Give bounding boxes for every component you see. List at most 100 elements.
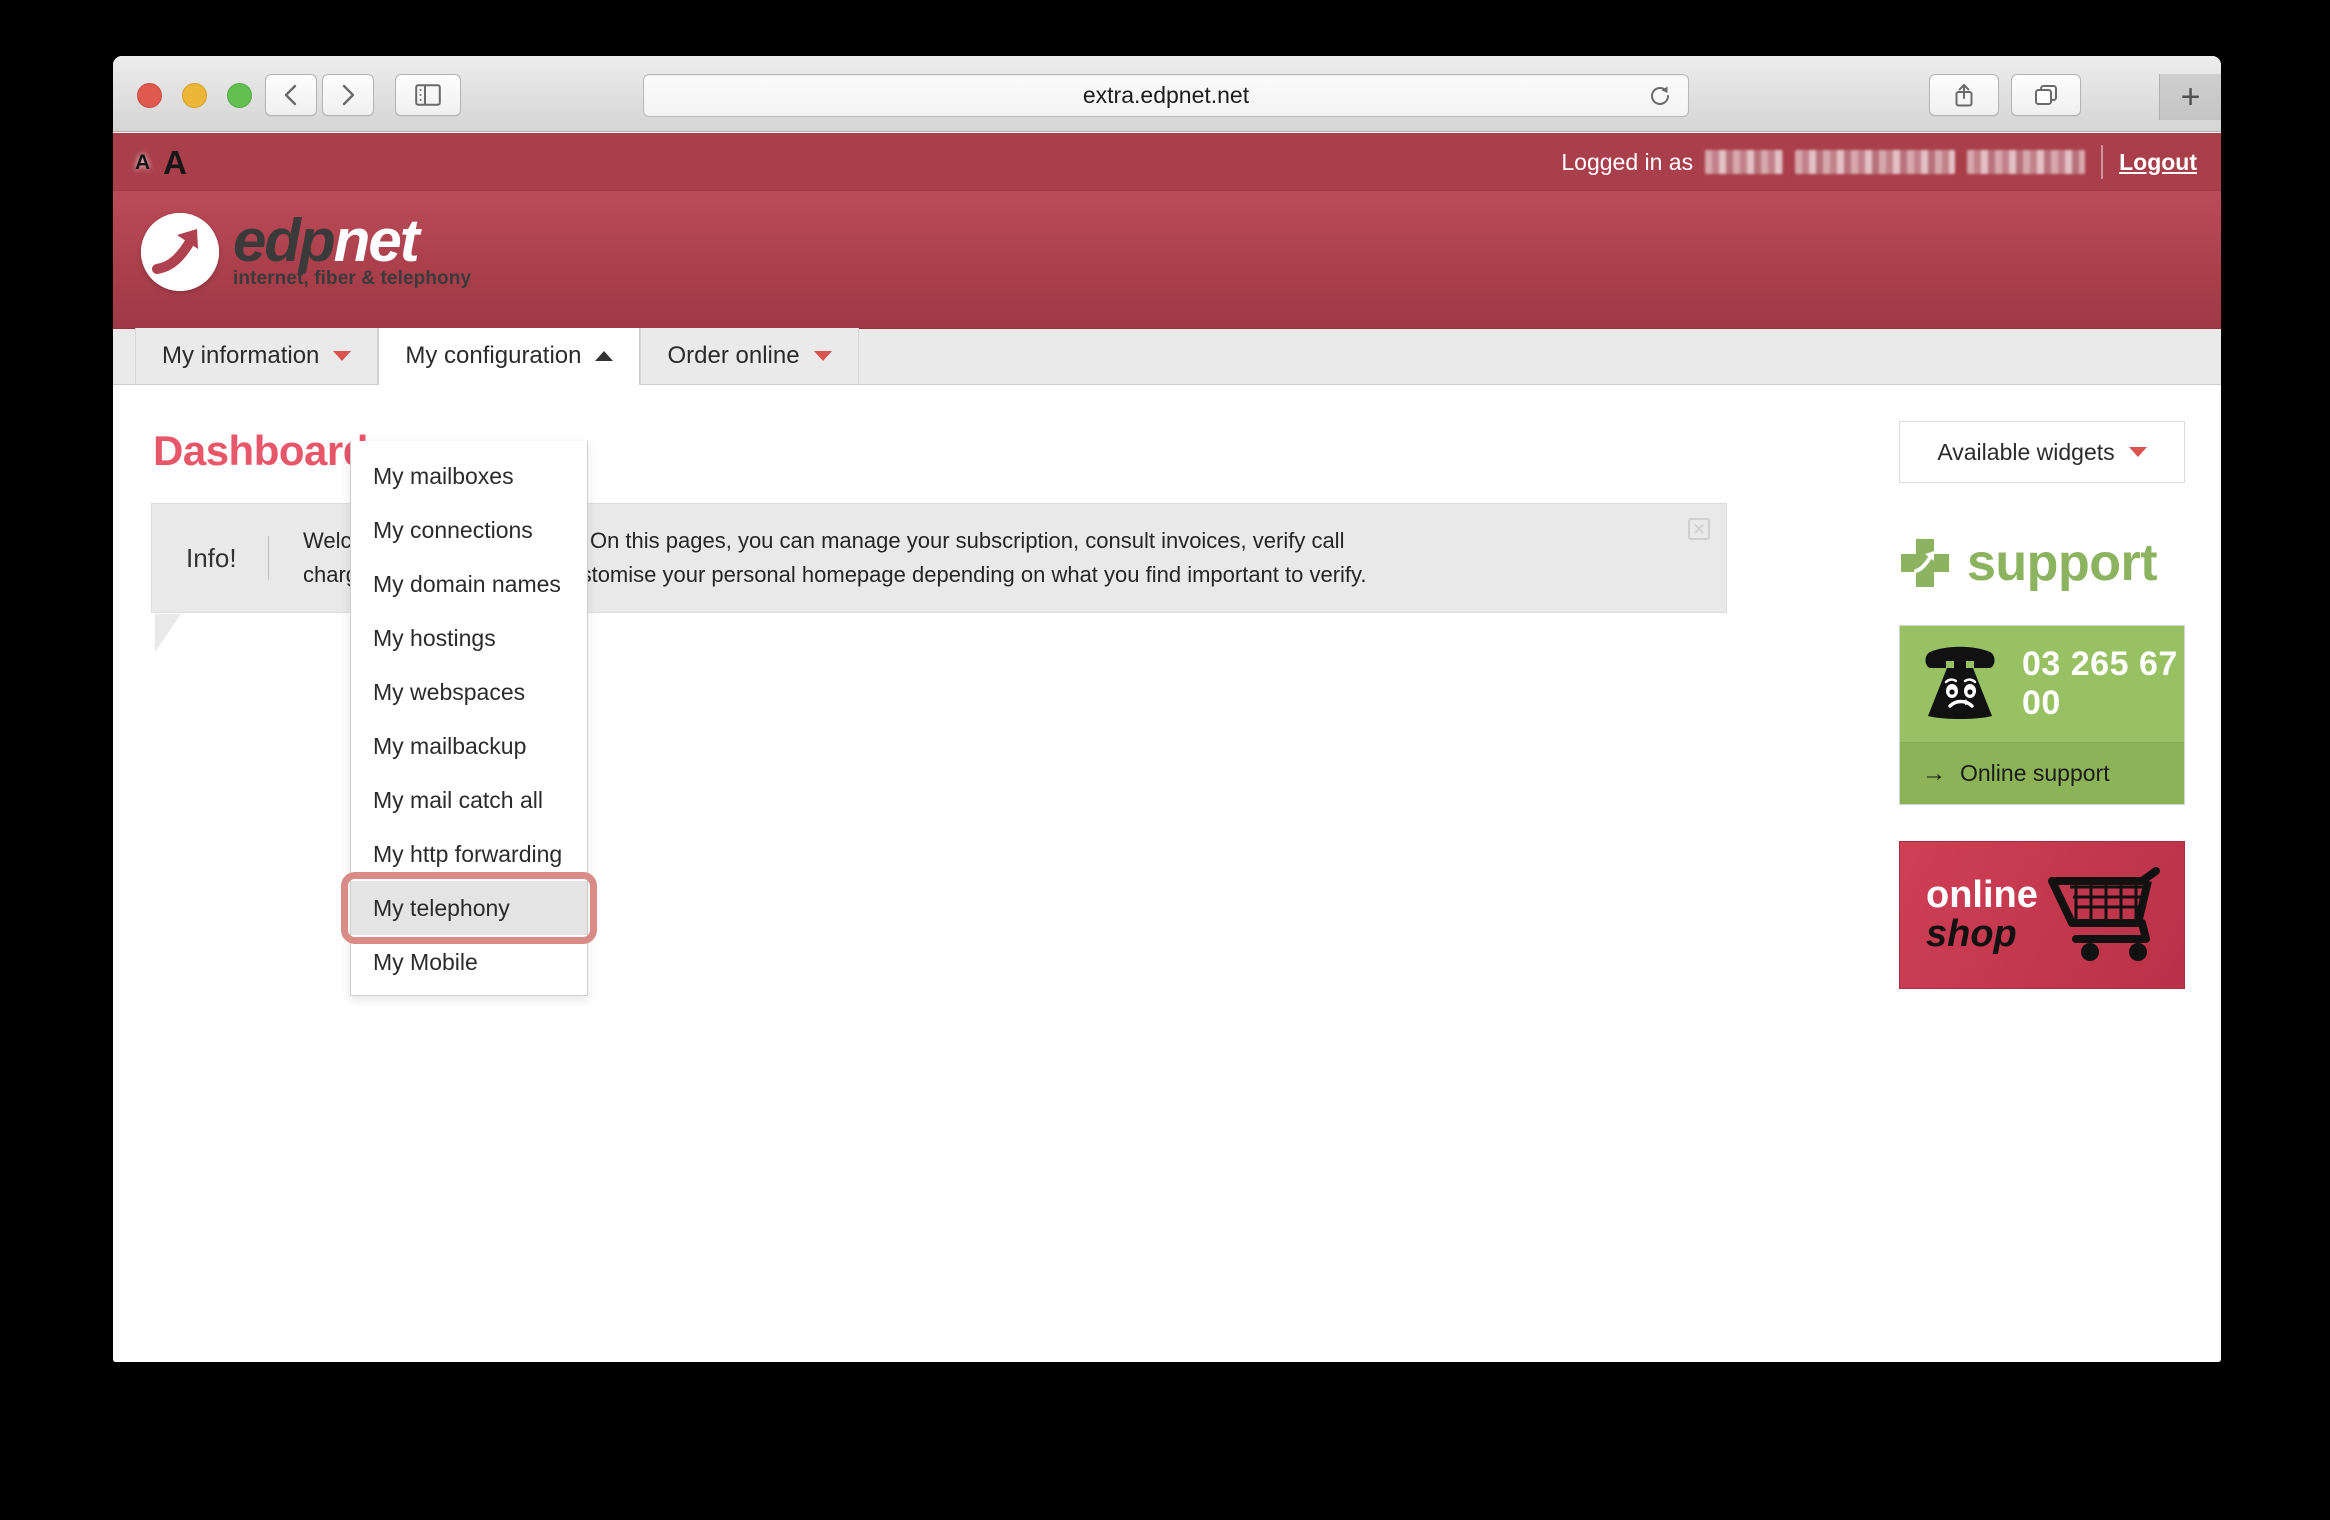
- page-content: Dashboard Info! Welcome to your dashboar…: [113, 385, 2221, 1362]
- chevron-down-icon: [2128, 447, 2147, 457]
- browser-window: extra.edpnet.net + A A Logged in as Logo…: [113, 56, 2221, 1362]
- green-cross-icon: [1901, 539, 1949, 587]
- support-widget: 03 265 67 00 → Online support: [1899, 625, 2185, 805]
- logged-in-label: Logged in as: [1561, 148, 1694, 175]
- nav-tab-label: My information: [162, 342, 320, 369]
- minimize-window-button[interactable]: [182, 83, 207, 108]
- webpage-viewport: A A Logged in as Logout edpnet internet,…: [113, 133, 2221, 1362]
- logout-link[interactable]: Logout: [2119, 149, 2197, 176]
- online-support-label: Online support: [1960, 760, 2110, 786]
- menu-item-label: My telephony: [373, 894, 510, 921]
- menu-item-my-hostings[interactable]: My hostings: [351, 611, 587, 665]
- logo-edp: edp: [233, 207, 336, 274]
- my-configuration-dropdown: My mailboxes My connections My domain na…: [341, 441, 597, 996]
- maximize-window-button[interactable]: [227, 83, 252, 108]
- menu-item-my-mobile[interactable]: My Mobile: [351, 935, 587, 989]
- sidebar-toggle-icon: [415, 84, 441, 106]
- menu-item-my-http-forwarding[interactable]: My http forwarding: [351, 827, 587, 881]
- chevron-down-icon: [333, 351, 352, 361]
- url-text: extra.edpnet.net: [1082, 82, 1250, 108]
- account-bar: A A Logged in as Logout: [113, 133, 2221, 191]
- available-widgets-label: Available widgets: [1937, 438, 2115, 465]
- divider: [2101, 145, 2104, 179]
- arrow-in-circle-icon: [141, 213, 219, 291]
- chevron-left-icon: [284, 84, 297, 106]
- menu-item-label: My Mobile: [373, 948, 478, 975]
- reload-icon: [1651, 86, 1669, 105]
- new-tab-button[interactable]: +: [2159, 74, 2221, 120]
- main-navigation: My information My configuration Order on…: [113, 328, 2221, 385]
- logo-text: edpnet: [233, 209, 471, 272]
- online-shop-banner[interactable]: online shop: [1899, 841, 2185, 989]
- shopping-cart-icon: [2046, 867, 2164, 963]
- browser-titlebar: extra.edpnet.net +: [113, 56, 2221, 132]
- support-phone-row: 03 265 67 00: [1900, 626, 2184, 742]
- chevron-down-icon: [813, 351, 832, 361]
- logo-wordmark: edpnet internet, fiber & telephony: [233, 209, 471, 290]
- menu-item-label: My hostings: [373, 624, 496, 651]
- menu-item-label: My mailbackup: [373, 732, 527, 759]
- navigation-buttons: [265, 74, 374, 116]
- support-title: support: [1967, 534, 2158, 592]
- tabs-icon: [2035, 85, 2057, 105]
- nav-tab-label: My configuration: [405, 342, 582, 369]
- reload-button[interactable]: [1642, 79, 1678, 113]
- logo-net: net: [333, 207, 420, 274]
- menu-item-my-telephony[interactable]: My telephony: [341, 872, 597, 944]
- login-status: Logged in as Logout: [1561, 133, 2197, 191]
- menu-item-label: My mail catch all: [373, 786, 543, 813]
- menu-item-label: My http forwarding: [373, 840, 563, 867]
- chevron-up-icon: [595, 351, 614, 361]
- edpnet-logo[interactable]: edpnet internet, fiber & telephony: [141, 209, 471, 291]
- arrow-right-icon: →: [1922, 759, 1946, 787]
- logo-tagline: internet, fiber & telephony: [233, 268, 472, 289]
- shop-line-online: online: [1926, 874, 2038, 917]
- nav-tab-my-information[interactable]: My information: [135, 328, 379, 384]
- shop-text: online shop: [1926, 876, 2038, 954]
- share-button[interactable]: [1929, 74, 1999, 116]
- widgets-column: Available widgets support 03 265 67 00 →…: [1899, 421, 2185, 989]
- menu-item-my-webspaces[interactable]: My webspaces: [351, 665, 587, 719]
- logo-arrow-icon: [141, 213, 219, 291]
- info-banner-tail: [155, 614, 181, 652]
- share-icon: [1955, 84, 1973, 107]
- nav-tab-order-online[interactable]: Order online: [640, 328, 859, 384]
- menu-item-label: My mailboxes: [373, 462, 514, 489]
- shop-line-shop: shop: [1926, 913, 2017, 955]
- menu-item-my-mail-catch-all[interactable]: My mail catch all: [351, 773, 587, 827]
- menu-item-my-domain-names[interactable]: My domain names: [351, 557, 587, 611]
- menu-item-label: My webspaces: [373, 678, 526, 705]
- telephone-icon: [1925, 646, 1995, 719]
- close-window-button[interactable]: [137, 83, 162, 108]
- forward-button[interactable]: [322, 74, 374, 116]
- chevron-right-icon: [342, 84, 355, 106]
- redacted-block: [1795, 150, 1956, 174]
- font-size-controls: A A: [135, 133, 187, 191]
- decrease-font-size-button[interactable]: A: [135, 152, 150, 173]
- address-bar[interactable]: extra.edpnet.net: [643, 74, 1689, 117]
- menu-item-my-mailbackup[interactable]: My mailbackup: [351, 719, 587, 773]
- support-plus-icon: [1899, 537, 1951, 589]
- sad-telephone-icon: [1916, 646, 2004, 722]
- support-phone-number: 03 265 67 00: [2022, 645, 2178, 722]
- sidebar-toggle-button[interactable]: [395, 74, 461, 116]
- close-icon[interactable]: ✕: [1688, 518, 1710, 540]
- menu-item-my-mailboxes[interactable]: My mailboxes: [351, 449, 587, 503]
- divider: [268, 536, 269, 580]
- show-tabs-button[interactable]: [2011, 74, 2081, 116]
- increase-font-size-button[interactable]: A: [163, 146, 187, 179]
- menu-item-my-connections[interactable]: My connections: [351, 503, 587, 557]
- redacted-block: [1705, 150, 1784, 174]
- page-title: Dashboard: [153, 427, 368, 474]
- support-header: support: [1899, 533, 2185, 593]
- back-button[interactable]: [265, 74, 317, 116]
- online-support-link[interactable]: → Online support: [1900, 742, 2184, 804]
- nav-tab-my-configuration[interactable]: My configuration: [378, 328, 641, 385]
- menu-item-label: My connections: [373, 516, 533, 543]
- cart-icon: [2048, 867, 2160, 961]
- nav-tab-label: Order online: [667, 342, 800, 369]
- redacted-block: [1967, 150, 2086, 174]
- redacted-user-name: [1705, 150, 2086, 174]
- window-controls: [137, 83, 252, 108]
- available-widgets-button[interactable]: Available widgets: [1899, 421, 2185, 483]
